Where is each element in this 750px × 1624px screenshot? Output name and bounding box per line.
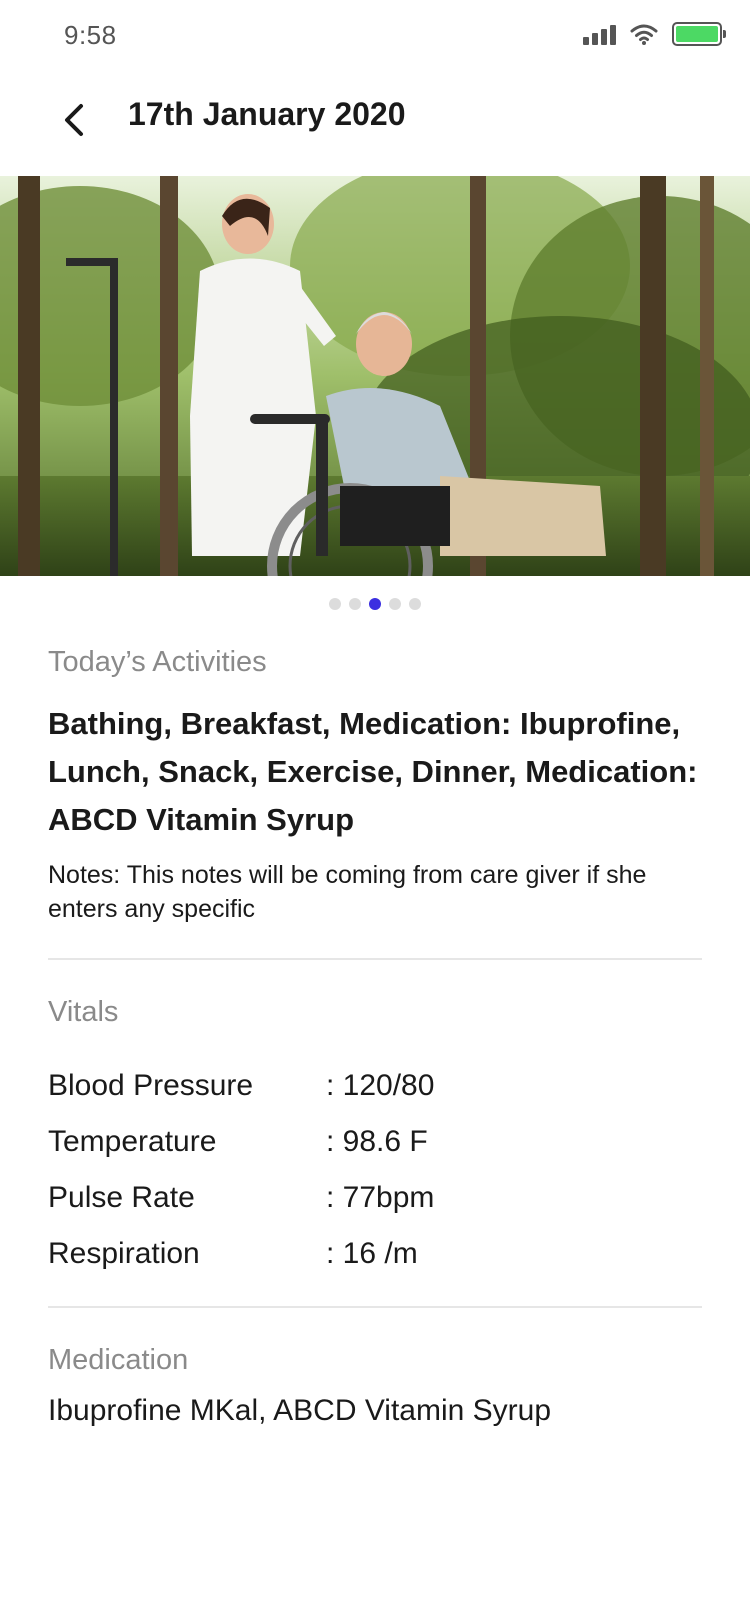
vital-label: Blood Pressure: [48, 1069, 254, 1102]
battery-level: [676, 26, 718, 42]
vital-value: : 98.6 F: [326, 1125, 428, 1158]
medication-label: Medication: [48, 1344, 189, 1376]
status-bar: 9:58: [0, 0, 750, 72]
cellular-signal-icon: [583, 23, 616, 45]
carousel-dot[interactable]: [349, 598, 361, 610]
vitals-table: Blood Pressure : 120/80 Temperature : 98…: [48, 1058, 702, 1282]
activities-summary: Bathing, Breakfast, Medication: Ibuprofi…: [48, 706, 698, 837]
vital-label: Pulse Rate: [48, 1181, 195, 1214]
vitals-label: Vitals: [48, 996, 119, 1028]
vital-value: : 77bpm: [326, 1181, 435, 1214]
medication-list: Ibuprofine MKal, ABCD Vitamin Syrup: [48, 1394, 552, 1427]
vital-value: : 120/80: [326, 1069, 435, 1102]
divider: [48, 958, 702, 960]
hero-image[interactable]: [0, 176, 750, 576]
page-title: 17th January 2020: [128, 96, 406, 132]
wifi-icon: [630, 24, 658, 45]
battery-icon: [672, 22, 726, 46]
vital-label: Respiration: [48, 1237, 200, 1270]
vital-label: Temperature: [48, 1125, 217, 1158]
back-button[interactable]: [52, 98, 96, 142]
vital-row-temperature: Temperature : 98.6 F: [48, 1114, 702, 1170]
carousel-dot[interactable]: [409, 598, 421, 610]
carousel-dot[interactable]: [329, 598, 341, 610]
caregiver-notes: Notes: This notes will be coming from ca…: [48, 861, 647, 923]
vital-row-blood-pressure: Blood Pressure : 120/80: [48, 1058, 702, 1114]
vital-row-pulse-rate: Pulse Rate : 77bpm: [48, 1170, 702, 1226]
vital-row-respiration: Respiration : 16 /m: [48, 1226, 702, 1282]
activities-label: Today’s Activities: [48, 646, 267, 678]
header: 17th January 2020: [0, 80, 750, 160]
vital-value: : 16 /m: [326, 1237, 418, 1270]
status-icons: [583, 22, 726, 46]
chevron-left-icon: [65, 104, 83, 136]
carousel-dot[interactable]: [389, 598, 401, 610]
carousel-dot[interactable]: [369, 598, 381, 610]
divider: [48, 1306, 702, 1308]
carousel-indicator[interactable]: [0, 598, 750, 610]
caregiver-photo: [0, 176, 750, 576]
status-time: 9:58: [64, 20, 117, 50]
